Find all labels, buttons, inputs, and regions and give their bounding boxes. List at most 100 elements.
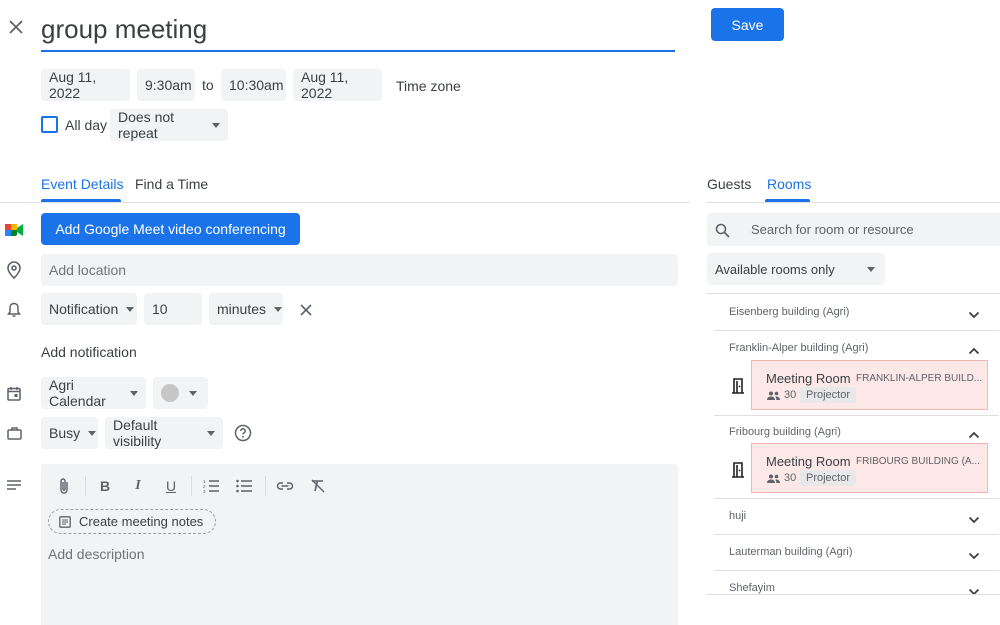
room-capacity: 30: [766, 389, 796, 401]
building-divider: [714, 330, 999, 331]
start-time-chip[interactable]: 9:30am: [137, 69, 195, 101]
search-icon: [713, 221, 731, 239]
rooms-list-divider: [706, 293, 1000, 294]
add-meet-button[interactable]: Add Google Meet video conferencing: [41, 213, 300, 245]
chevron-down-icon[interactable]: [968, 511, 980, 529]
toolbar-divider: [191, 476, 192, 496]
timezone-link[interactable]: Time zone: [396, 78, 461, 94]
chevron-up-icon[interactable]: [968, 342, 980, 360]
to-label: to: [202, 77, 214, 93]
add-notification-link[interactable]: Add notification: [41, 344, 137, 360]
people-icon: [767, 474, 780, 483]
room-name: Meeting Room: [766, 371, 851, 386]
clear-formatting-icon[interactable]: [308, 476, 328, 496]
calendar-dropdown[interactable]: Agri Calendar: [41, 377, 146, 409]
chevron-down-icon[interactable]: [968, 306, 980, 324]
building-divider: [714, 415, 999, 416]
repeat-dropdown[interactable]: Does not repeat: [110, 109, 228, 141]
color-dropdown[interactable]: [153, 377, 208, 409]
end-time-chip[interactable]: 10:30am: [221, 69, 286, 101]
notification-type-dropdown[interactable]: Notification: [41, 293, 137, 325]
right-tabs-divider: [706, 202, 1000, 203]
close-icon[interactable]: [6, 17, 26, 37]
color-swatch: [161, 384, 179, 402]
help-icon[interactable]: [233, 423, 253, 443]
title-input[interactable]: group meeting: [41, 10, 675, 52]
building-divider: [714, 570, 999, 571]
bell-icon: [4, 300, 24, 320]
building-divider: [714, 534, 999, 535]
remove-notification-icon[interactable]: [296, 300, 316, 320]
tab-find-time[interactable]: Find a Time: [135, 176, 208, 192]
start-time: 9:30am: [145, 77, 192, 93]
location-input[interactable]: Add location: [41, 254, 678, 286]
save-button[interactable]: Save: [711, 8, 784, 41]
busy-dropdown[interactable]: Busy: [41, 417, 98, 449]
tab-guests[interactable]: Guests: [707, 176, 751, 192]
door-icon: [729, 460, 747, 480]
chevron-up-icon[interactable]: [968, 426, 980, 444]
chevron-down-icon: [207, 430, 215, 436]
toolbar-divider: [265, 476, 266, 496]
repeat-value: Does not repeat: [118, 109, 175, 141]
description-icon: [4, 475, 24, 495]
room-capacity-value: 30: [784, 389, 797, 401]
italic-icon[interactable]: I: [128, 476, 148, 496]
link-icon[interactable]: [275, 476, 295, 496]
room-feature-badge: Projector: [800, 387, 857, 403]
start-date-chip[interactable]: Aug 11, 2022: [41, 69, 130, 101]
notification-unit-dropdown[interactable]: minutes: [209, 293, 283, 325]
notification-value-input[interactable]: 10: [144, 293, 202, 325]
end-date-chip[interactable]: Aug 11, 2022: [293, 69, 382, 101]
end-date: Aug 11, 2022: [301, 69, 349, 101]
attachment-icon[interactable]: [54, 476, 74, 496]
chevron-down-icon[interactable]: [968, 583, 980, 601]
room-card[interactable]: Meeting Room FRIBOURG BUILDING (A... 30 …: [751, 443, 988, 493]
title-text: group meeting: [41, 14, 208, 44]
building-name: Lauterman building (Agri): [729, 546, 853, 558]
building-row-huji[interactable]: [706, 501, 1000, 531]
room-filter-dropdown[interactable]: Available rooms only: [707, 253, 885, 285]
building-name: Franklin-Alper building (Agri): [729, 342, 869, 354]
underline-icon[interactable]: U: [161, 476, 181, 496]
notification-type: Notification: [49, 301, 119, 317]
tab-event-details[interactable]: Event Details: [41, 176, 123, 192]
chevron-down-icon: [867, 266, 875, 272]
google-meet-icon: [4, 221, 24, 239]
numbered-list-icon[interactable]: 123: [201, 476, 221, 496]
rooms-panel-bottom-edge: [706, 594, 1000, 595]
tab-rooms[interactable]: Rooms: [767, 176, 811, 192]
calendar-icon: [4, 383, 24, 403]
bold-icon[interactable]: B: [95, 476, 115, 496]
busy-value: Busy: [49, 425, 81, 441]
briefcase-icon: [4, 423, 24, 443]
allday-label: All day: [65, 117, 108, 133]
building-name: huji: [729, 510, 747, 522]
description-placeholder: Add description: [48, 546, 145, 562]
chevron-down-icon: [274, 306, 283, 312]
calendar-name: Agri Calendar: [49, 377, 106, 409]
allday-checkbox[interactable]: [41, 116, 58, 133]
room-card[interactable]: Meeting Room FRANKLIN-ALPER BUILD... 30 …: [751, 360, 988, 410]
room-name: Meeting Room: [766, 454, 851, 469]
notification-value: 10: [152, 301, 168, 317]
room-capacity: 30: [766, 472, 796, 484]
room-capacity-value: 30: [784, 472, 797, 484]
building-name: Fribourg building (Agri): [729, 426, 841, 438]
bulleted-list-icon[interactable]: [234, 476, 254, 496]
create-meeting-notes-button[interactable]: Create meeting notes: [48, 509, 216, 534]
building-name: Shefayim: [729, 582, 775, 594]
chevron-down-icon[interactable]: [968, 547, 980, 565]
tabs-divider: [0, 202, 690, 203]
notes-icon: [59, 515, 71, 528]
add-meet-label: Add Google Meet video conferencing: [55, 221, 286, 237]
chevron-down-icon: [189, 390, 197, 396]
room-search-placeholder: Search for room or resource: [751, 222, 914, 237]
visibility-dropdown[interactable]: Default visibility: [105, 417, 223, 449]
room-building: FRANKLIN-ALPER BUILD...: [856, 373, 983, 384]
chevron-down-icon: [130, 390, 138, 396]
building-divider: [714, 498, 999, 499]
room-search-input[interactable]: Search for room or resource: [707, 213, 1000, 246]
chevron-down-icon: [88, 430, 97, 436]
notification-unit: minutes: [217, 301, 267, 317]
